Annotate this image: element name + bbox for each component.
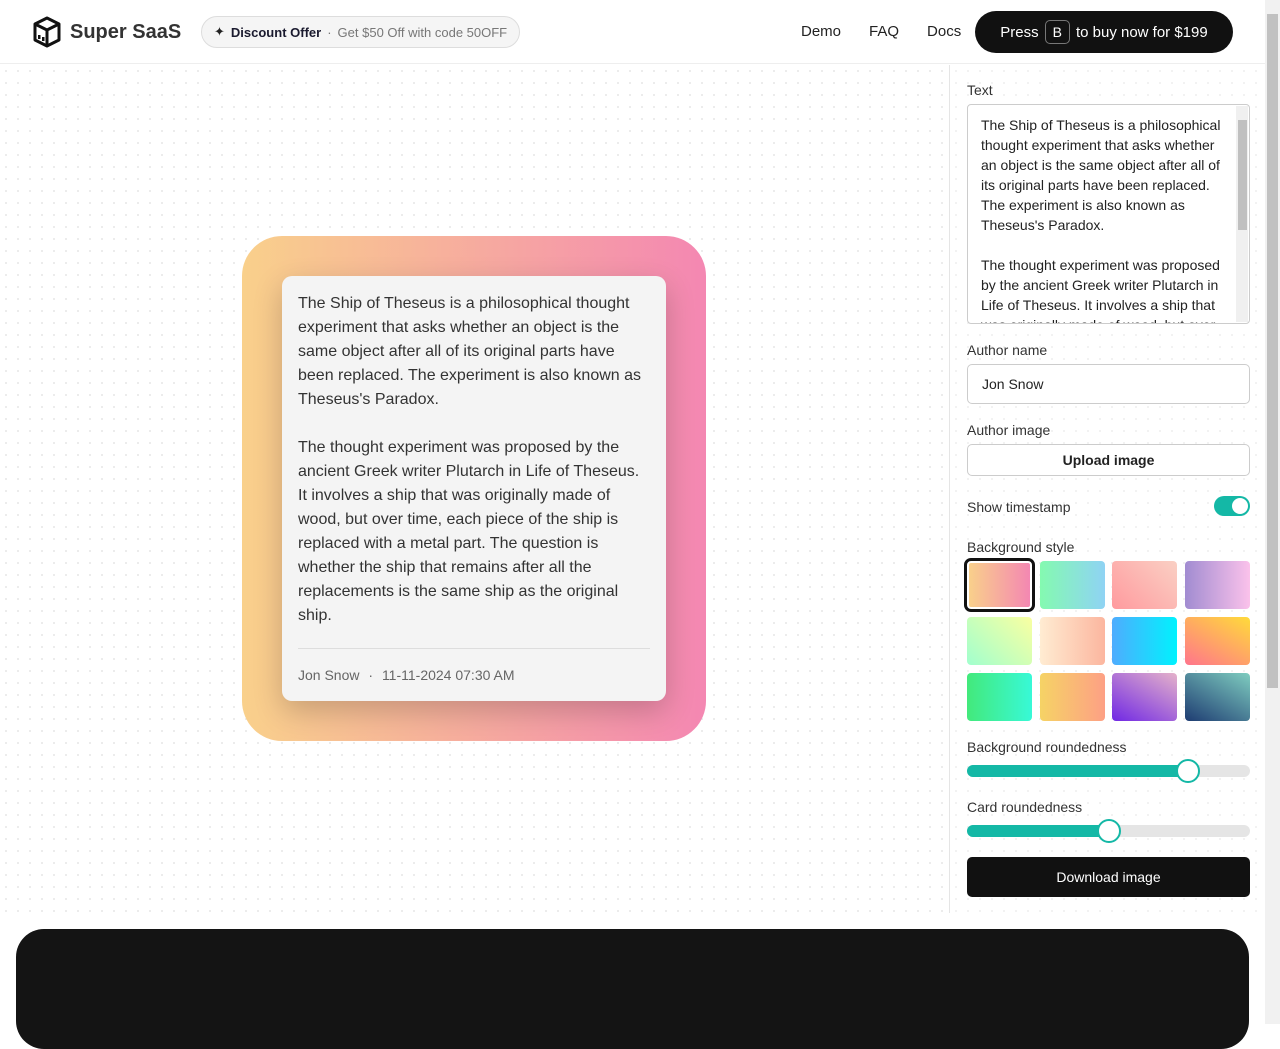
background-style-label: Background style bbox=[967, 539, 1075, 555]
top-nav: Super SaaS ✦ Discount Offer · Get $50 Of… bbox=[0, 0, 1265, 64]
background-roundedness-slider[interactable] bbox=[967, 759, 1250, 783]
card-author: Jon Snow bbox=[298, 667, 360, 683]
background-swatch[interactable] bbox=[967, 673, 1032, 721]
download-image-button[interactable]: Download image bbox=[967, 857, 1250, 897]
background-swatch[interactable] bbox=[1112, 617, 1178, 665]
card-timestamp: 11-11-2024 07:30 AM bbox=[381, 667, 515, 683]
background-swatch[interactable] bbox=[964, 558, 1035, 612]
textarea-scrollbar[interactable] bbox=[1236, 106, 1248, 322]
text-label: Text bbox=[967, 82, 993, 98]
background-swatch[interactable] bbox=[1039, 617, 1105, 665]
card-footer: Jon Snow · 11-11-2024 07:30 AM bbox=[298, 648, 650, 683]
promo-text: Get $50 Off with code 50OFF bbox=[337, 24, 508, 40]
preview-canvas: The Ship of Theseus is a philosophical t… bbox=[0, 65, 949, 913]
background-swatch[interactable] bbox=[1185, 561, 1251, 609]
background-swatch[interactable] bbox=[1185, 617, 1251, 665]
quote-card: The Ship of Theseus is a philosophical t… bbox=[282, 276, 666, 701]
card-roundedness-slider[interactable] bbox=[967, 819, 1250, 843]
show-timestamp-toggle[interactable] bbox=[1214, 496, 1250, 516]
slider-thumb[interactable] bbox=[1175, 759, 1200, 783]
cube-icon bbox=[33, 16, 61, 48]
author-image-label: Author image bbox=[967, 422, 1051, 438]
card-separator: · bbox=[368, 667, 374, 683]
background-swatch[interactable] bbox=[1112, 673, 1178, 721]
nav-link-demo[interactable]: Demo bbox=[801, 23, 841, 40]
discount-offer-badge[interactable]: ✦ Discount Offer · Get $50 Off with code… bbox=[201, 16, 521, 48]
background-swatch[interactable] bbox=[1185, 673, 1251, 721]
quote-text: The Ship of Theseus is a philosophical t… bbox=[298, 295, 642, 624]
promo-title: Discount Offer bbox=[230, 24, 322, 40]
page-scrollbar[interactable] bbox=[1265, 0, 1280, 1024]
settings-panel: Text The Ship of Theseus is a philosophi… bbox=[949, 65, 1265, 913]
slider-thumb[interactable] bbox=[1096, 819, 1121, 843]
textarea-value: The Ship of Theseus is a philosophical t… bbox=[981, 117, 1221, 323]
author-name-input[interactable]: Jon Snow bbox=[967, 364, 1250, 404]
quote-background: The Ship of Theseus is a philosophical t… bbox=[242, 236, 706, 741]
buy-post: to buy now for $199 bbox=[1075, 23, 1208, 41]
background-roundedness-label: Background roundedness bbox=[967, 739, 1127, 755]
brand-name: Super SaaS bbox=[70, 20, 182, 43]
nav-link-docs[interactable]: Docs bbox=[927, 23, 961, 40]
brand-logo[interactable]: Super SaaS bbox=[32, 16, 181, 48]
background-swatch[interactable] bbox=[967, 617, 1032, 665]
buy-button[interactable]: Press B to buy now for $199 bbox=[975, 11, 1233, 53]
upload-image-button[interactable]: Upload image bbox=[967, 444, 1250, 476]
author-label: Author name bbox=[967, 342, 1048, 358]
text-textarea[interactable]: The Ship of Theseus is a philosophical t… bbox=[967, 104, 1250, 324]
sparkles-icon: ✦ bbox=[214, 24, 225, 39]
promo-separator: · bbox=[327, 24, 332, 40]
timestamp-label: Show timestamp bbox=[967, 499, 1071, 515]
buy-key: B bbox=[1044, 20, 1070, 44]
card-roundedness-label: Card roundedness bbox=[967, 799, 1083, 815]
background-swatch[interactable] bbox=[1039, 673, 1105, 721]
nav-link-faq[interactable]: FAQ bbox=[869, 23, 899, 40]
buy-pre: Press bbox=[1000, 23, 1039, 41]
footer bbox=[16, 929, 1249, 1049]
background-swatch[interactable] bbox=[1112, 561, 1178, 609]
background-swatch[interactable] bbox=[1039, 561, 1105, 609]
